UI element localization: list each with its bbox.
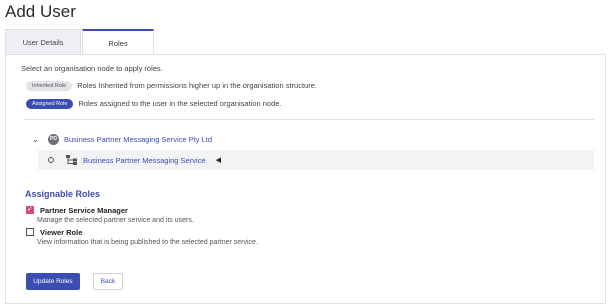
node-radio-icon[interactable] <box>48 157 54 163</box>
tab-user-details[interactable]: User Details <box>5 29 81 55</box>
chevron-down-icon[interactable]: ⌄ <box>32 135 42 144</box>
role-name: Partner Service Manager <box>40 205 128 215</box>
checkbox-checked-icon[interactable]: ✓ <box>26 206 34 214</box>
tree-node-root[interactable]: ⌄ PD Business Partner Messaging Service … <box>32 132 212 146</box>
org-badge-icon: PD <box>48 133 59 145</box>
assignable-roles-title: Assignable Roles <box>25 189 101 199</box>
tree-node-child-label[interactable]: Business Partner Messaging Service <box>83 156 206 165</box>
tree-node-child[interactable]: Business Partner Messaging Service ◀ <box>38 150 594 170</box>
tab-bar: User Details Roles <box>5 29 605 55</box>
role-description: Manage the selected partner service and … <box>37 217 194 224</box>
caret-left-icon: ◀ <box>215 157 221 164</box>
org-structure-icon <box>66 155 77 165</box>
role-name: Viewer Role <box>40 227 83 237</box>
assigned-role-badge: Assigned Role <box>26 98 74 109</box>
tree-node-root-label[interactable]: Business Partner Messaging Service Pty L… <box>64 135 212 144</box>
role-partner-service-manager[interactable]: ✓ Partner Service Manager <box>26 205 128 215</box>
page-title: Add User <box>5 2 76 21</box>
legend-inherited: Inherited Role Roles Inherited from perm… <box>26 80 317 91</box>
legend-inherited-text: Roles Inherited from permissions higher … <box>77 81 317 90</box>
tab-roles[interactable]: Roles <box>82 29 154 55</box>
instruction-text: Select an organisation node to apply rol… <box>21 64 163 73</box>
update-roles-button[interactable]: Update Roles <box>26 273 80 290</box>
divider <box>24 119 594 120</box>
roles-panel <box>5 54 606 304</box>
back-button[interactable]: Back <box>93 273 123 290</box>
legend-assigned-text: Roles assigned to the user in the select… <box>78 99 282 108</box>
legend-assigned: Assigned Role Roles assigned to the user… <box>26 98 282 109</box>
checkbox-icon[interactable] <box>26 228 34 236</box>
inherited-role-badge: Inherited Role <box>26 80 73 91</box>
role-description: View information that is being published… <box>37 239 258 246</box>
role-viewer[interactable]: Viewer Role <box>26 227 82 237</box>
